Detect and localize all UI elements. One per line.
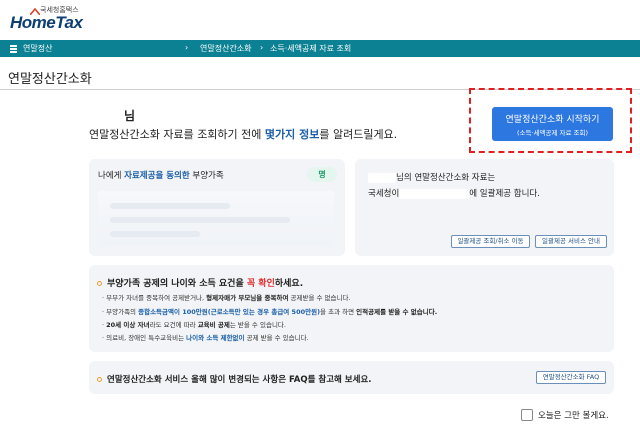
bulk-provision-lookup-button[interactable]: 일괄제공 조회/취소 이동: [451, 235, 530, 248]
faq-button[interactable]: 연말정산간소화 FAQ: [536, 371, 606, 384]
dependents-heading: 나에게 자료제공을 동의한 부양가족: [98, 171, 224, 181]
dismiss-today[interactable]: 오늘은 그만 볼게요.: [521, 409, 609, 421]
start-simplified-service-button[interactable]: 연말정산간소화 시작하기 (소득·세액공제 자료 조회): [492, 107, 613, 141]
nav-menu-button[interactable]: 연말정산: [10, 43, 52, 54]
requirement-item: · 부양가족의 종합소득금액이 100만원(근로소득만 있는 경우 총급여 50…: [102, 308, 438, 316]
bulk-provision-guide-button[interactable]: 일괄제공 서비스 안내: [535, 235, 607, 248]
requirements-card: 부양가족 공제의 나이와 소득 요건을 꼭 확인하세요. · 부부가 자녀를 중…: [89, 265, 614, 352]
nav-menu-label: 연말정산: [23, 44, 53, 53]
faq-text: 연말정산간소화 서비스 올해 많이 변경되는 사항은 FAQ를 참고해 보세요.: [97, 373, 372, 385]
requirement-item: · 부부가 자녀를 중복하여 공제받거나, 형제자매가 부모님을 중복하여 공제…: [102, 294, 351, 302]
masked-company-name: [399, 188, 470, 199]
breadcrumb-deduction-lookup[interactable]: 소득·세액공제 자료 조회: [270, 43, 351, 54]
intro-text: 연말정산간소화 자료를 조회하기 전에 몇가지 정보를 알려드릴게요.: [89, 128, 398, 141]
hamburger-icon: [10, 45, 17, 53]
requirements-title: 부양가족 공제의 나이와 소득 요건을 꼭 확인하세요.: [97, 276, 303, 289]
chevron-right-icon: ›: [185, 43, 189, 52]
hometax-logo[interactable]: 국세청홈택스 HomeTax: [10, 4, 100, 32]
logo-wordmark: HomeTax: [10, 13, 83, 32]
bulk-provision-card: 님의 연말정산간소화 자료는 국세청이 에 일괄제공 합니다. 일괄제공 조회/취…: [355, 159, 614, 256]
bullet-circle-icon: [97, 377, 102, 382]
bullet-circle-icon: [97, 281, 102, 286]
faq-card: 연말정산간소화 서비스 올해 많이 변경되는 사항은 FAQ를 참고해 보세요.…: [89, 361, 614, 394]
dependents-list-masked: [98, 191, 334, 246]
requirement-item: · 의료비, 장애인 특수교육비는 나이와 소득 제한없이 공제 받을 수 있습…: [102, 334, 309, 342]
page-title: 연말정산간소화: [8, 72, 92, 87]
dependents-count-badge: 명: [307, 167, 337, 182]
intro-highlight: 몇가지 정보: [264, 128, 320, 141]
breadcrumb-year-end[interactable]: 연말정산간소화: [200, 43, 252, 54]
dismiss-checkbox[interactable]: [521, 409, 533, 421]
top-navbar: 연말정산 › 연말정산간소화 › 소득·세액공제 자료 조회: [0, 40, 640, 57]
dependents-card: 나에게 자료제공을 동의한 부양가족 명: [89, 159, 345, 256]
chevron-right-icon: ›: [260, 43, 264, 52]
provision-line1: 님의 연말정산간소화 자료는: [368, 171, 495, 183]
user-name-suffix: 님: [124, 109, 136, 123]
dismiss-label: 오늘은 그만 볼게요.: [538, 411, 609, 421]
masked-user-name: [368, 172, 396, 183]
provision-line2: 국세청이 에 일괄제공 합니다.: [368, 188, 540, 199]
requirement-item: · 20세 이상 자녀라도 요건에 따라 교육비 공제는 받을 수 있습니다.: [102, 321, 286, 329]
